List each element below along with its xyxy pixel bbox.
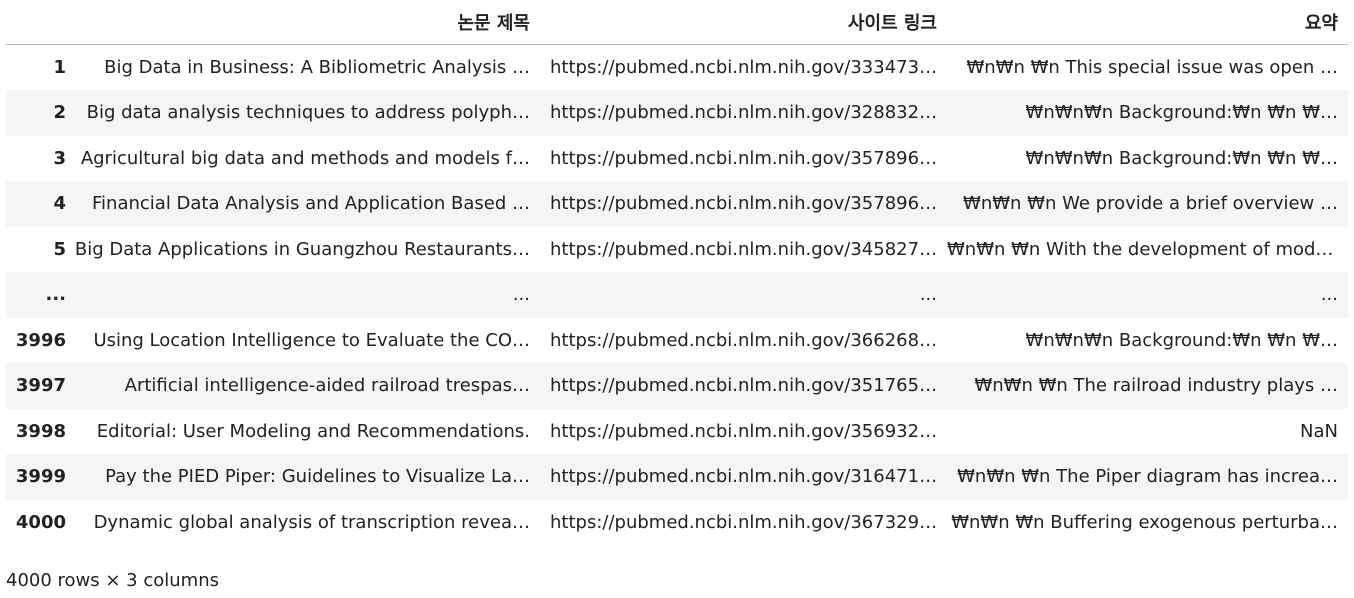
table-header: 논문 제목 사이트 링크 요약 [6,0,1348,45]
row-index: ... [45,284,66,306]
row-index: 3 [53,147,66,169]
cell-url: https://pubmed.ncbi.nlm.nih.gov/36732966… [550,511,947,533]
cell-url: https://pubmed.ncbi.nlm.nih.gov/35789614… [550,193,947,215]
table-row: 2 Big data analysis techniques to addres… [6,90,1348,136]
table-row: 3997 Artificial intelligence-aided railr… [6,363,1348,409]
index-header [6,0,72,45]
cell-url: https://pubmed.ncbi.nlm.nih.gov/35789661… [550,147,947,169]
cell-title: Big data analysis techniques to address … [86,102,530,124]
cell-summary: ₩n₩n ₩n This special issue was open … [966,57,1338,78]
cell-summary: ₩n₩n₩n Background:₩n ₩n ₩… [1025,147,1338,169]
cell-title: Using Location Intelligence to Evaluate … [93,329,530,351]
cell-summary: ₩n₩n ₩n The railroad industry plays … [974,375,1338,397]
cell-summary: NaN [1300,420,1338,442]
dataframe-shape: 4000 rows × 3 columns [6,570,219,591]
table-row: 3996 Using Location Intelligence to Eval… [6,318,1348,364]
cell-url: ... [919,284,937,306]
cell-title: Dynamic global analysis of transcription… [93,511,530,533]
table-row: 1 Big Data in Business: A Bibliometric A… [6,45,1348,91]
table-body: 1 Big Data in Business: A Bibliometric A… [6,45,1348,546]
cell-summary: ₩n₩n ₩n The Piper diagram has increa… [957,466,1338,488]
cell-title: Big Data in Business: A Bibliometric Ana… [104,57,530,78]
row-index: 3996 [15,329,66,351]
row-index: 2 [53,102,66,124]
cell-summary: ₩n₩n ₩n With the development of mode… [947,238,1345,260]
dataframe-output: 논문 제목 사이트 링크 요약 1 Big Data in Business: … [6,0,1348,545]
cell-url: https://pubmed.ncbi.nlm.nih.gov/36626835… [550,329,947,351]
cell-url: https://pubmed.ncbi.nlm.nih.gov/33347371… [550,57,947,78]
cell-title: ... [512,284,530,306]
cell-title: Editorial: User Modeling and Recommendat… [96,420,530,442]
cell-url: https://pubmed.ncbi.nlm.nih.gov/35176587… [550,375,947,397]
cell-summary: ₩n₩n₩n Background:₩n ₩n ₩… [1025,102,1338,124]
ellipsis-row: ... ... ... ... [6,272,1348,318]
cell-url: https://pubmed.ncbi.nlm.nih.gov/31647117… [550,466,947,488]
cell-title: Financial Data Analysis and Application … [92,193,530,215]
table-row: 3999 Pay the PIED Piper: Guidelines to V… [6,454,1348,500]
row-index: 3997 [15,375,66,397]
column-header-url: 사이트 링크 [540,0,947,45]
cell-url: https://pubmed.ncbi.nlm.nih.gov/35693294… [550,420,947,442]
cell-summary: ₩n₩n ₩n We provide a brief overview … [963,193,1338,215]
row-index: 1 [53,57,66,78]
row-index: 4 [53,193,66,215]
dataframe-table: 논문 제목 사이트 링크 요약 1 Big Data in Business: … [6,0,1348,545]
cell-summary: ₩n₩n ₩n Buffering exogenous perturba… [951,511,1338,533]
row-index: 3999 [15,466,66,488]
column-header-title: 논문 제목 [72,0,540,45]
cell-title: Agricultural big data and methods and mo… [80,147,530,169]
row-index: 5 [53,238,66,260]
table-row: 3998 Editorial: User Modeling and Recomm… [6,409,1348,455]
table-row: 5 Big Data Applications in Guangzhou Res… [6,227,1348,273]
table-row: 3 Agricultural big data and methods and … [6,136,1348,182]
cell-url: https://pubmed.ncbi.nlm.nih.gov/34582700… [550,238,947,260]
cell-title: Pay the PIED Piper: Guidelines to Visual… [105,466,530,488]
row-index: 4000 [15,511,66,533]
header-row: 논문 제목 사이트 링크 요약 [6,0,1348,45]
cell-summary: ₩n₩n₩n Background:₩n ₩n ₩… [1025,329,1338,351]
cell-summary: ... [1320,284,1338,306]
cell-url: https://pubmed.ncbi.nlm.nih.gov/32883227… [550,102,947,124]
table-row: 4 Financial Data Analysis and Applicatio… [6,181,1348,227]
column-header-summary: 요약 [947,0,1348,45]
cell-title: Big Data Applications in Guangzhou Resta… [74,238,530,260]
cell-title: Artificial intelligence-aided railroad t… [124,375,530,397]
table-row: 4000 Dynamic global analysis of transcri… [6,500,1348,546]
row-index: 3998 [15,420,66,442]
